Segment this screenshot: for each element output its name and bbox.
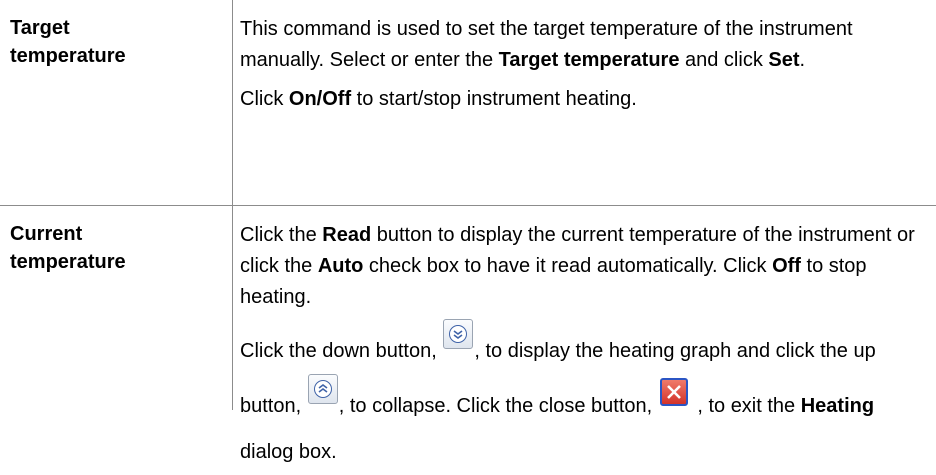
text-run: , to exit the [691,395,801,417]
definition-table: Target temperature This command is used … [0,0,936,463]
definition-paragraph: This command is used to set the target t… [240,14,930,76]
collapse-up-icon [307,374,338,404]
close-icon [659,378,688,406]
term-target-temperature: Target temperature [10,14,220,70]
bold-term: Heating [800,395,875,417]
expand-down-icon [443,319,474,349]
definition-paragraph: Click On/Off to start/stop instrument he… [240,84,930,115]
bold-term: On/Off [288,88,352,110]
text-run: to start/stop instrument heating. [351,88,637,110]
table-row-target-temperature: Target temperature This command is used … [0,0,936,205]
definition-target-temperature: This command is used to set the target t… [240,14,930,115]
text-run: , to collapse. Click the close button, [338,395,658,417]
bold-term: Target temperature [498,49,680,71]
bold-term: Set [768,49,800,71]
definition-current-temperature: Click the Read button to display the cur… [240,220,930,475]
term-line: temperature [10,45,126,67]
text-run: Click [240,88,289,110]
bold-term: Off [772,255,801,277]
table-row-current-temperature: Current temperature Click the Read butto… [0,206,936,463]
bold-term: Auto [317,255,364,277]
text-run: Click the down button, [240,340,443,362]
text-run: check box to have it read automatically.… [363,255,773,277]
term-line: Target [10,17,70,39]
definition-paragraph: Click the Read button to display the cur… [240,220,930,313]
term-line: temperature [10,251,126,273]
definition-paragraph: Click the down button, , to display the … [240,319,930,475]
term-line: Current [10,223,83,245]
text-run: dialog box. [240,441,337,463]
term-current-temperature: Current temperature [10,220,220,276]
bold-term: Read [322,224,372,246]
text-run: Click the [240,224,323,246]
text-run: and click [679,49,769,71]
text-run: . [799,49,806,71]
